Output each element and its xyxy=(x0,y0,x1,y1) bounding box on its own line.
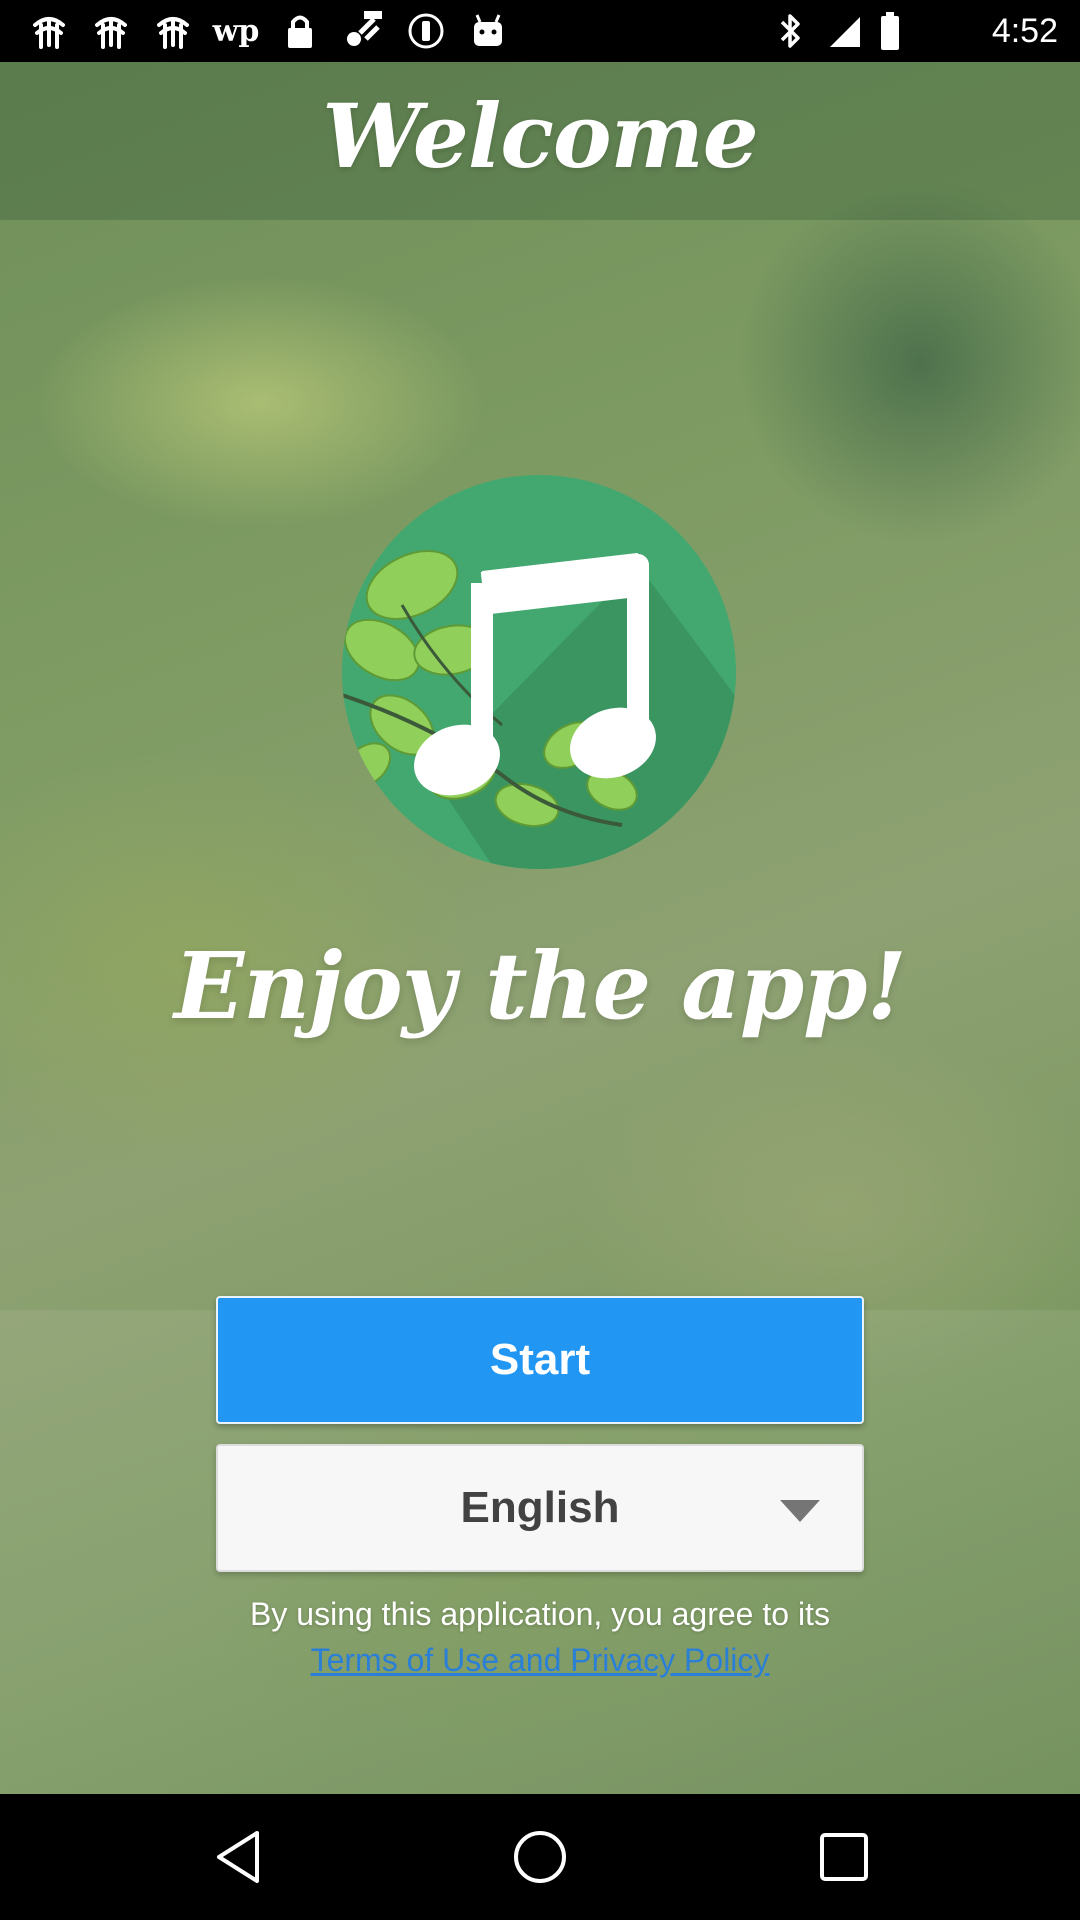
android-icon xyxy=(466,8,510,54)
terms-privacy-link[interactable]: Terms of Use and Privacy Policy xyxy=(0,1642,1080,1679)
bluetooth-icon xyxy=(772,8,808,54)
battery-icon xyxy=(876,8,904,54)
language-dropdown[interactable]: English xyxy=(216,1444,864,1572)
start-button[interactable]: Start xyxy=(216,1296,864,1424)
music-note-icon xyxy=(342,475,736,869)
lock-icon xyxy=(280,8,320,54)
fake-gps-icon xyxy=(338,8,386,54)
app-logo xyxy=(342,475,736,869)
notification-icon xyxy=(26,8,72,54)
chevron-down-icon xyxy=(780,1500,820,1522)
recents-icon[interactable] xyxy=(814,1827,874,1887)
info-icon xyxy=(404,8,448,54)
navigation-bar xyxy=(0,1794,1080,1920)
signal-icon xyxy=(826,8,864,54)
status-time: 4:52 xyxy=(991,12,1058,50)
page-title: Welcome xyxy=(322,84,758,188)
tagline: Enjoy the app! xyxy=(174,932,907,1040)
notification-icon xyxy=(88,8,134,54)
wp-icon: wp xyxy=(212,13,260,49)
language-selected-value: English xyxy=(460,1483,620,1532)
status-bar: wp 4:52 xyxy=(0,0,1080,62)
back-icon[interactable] xyxy=(208,1827,268,1887)
home-icon[interactable] xyxy=(510,1827,570,1887)
agree-text: By using this application, you agree to … xyxy=(250,1596,830,1632)
notification-icon xyxy=(150,8,196,54)
